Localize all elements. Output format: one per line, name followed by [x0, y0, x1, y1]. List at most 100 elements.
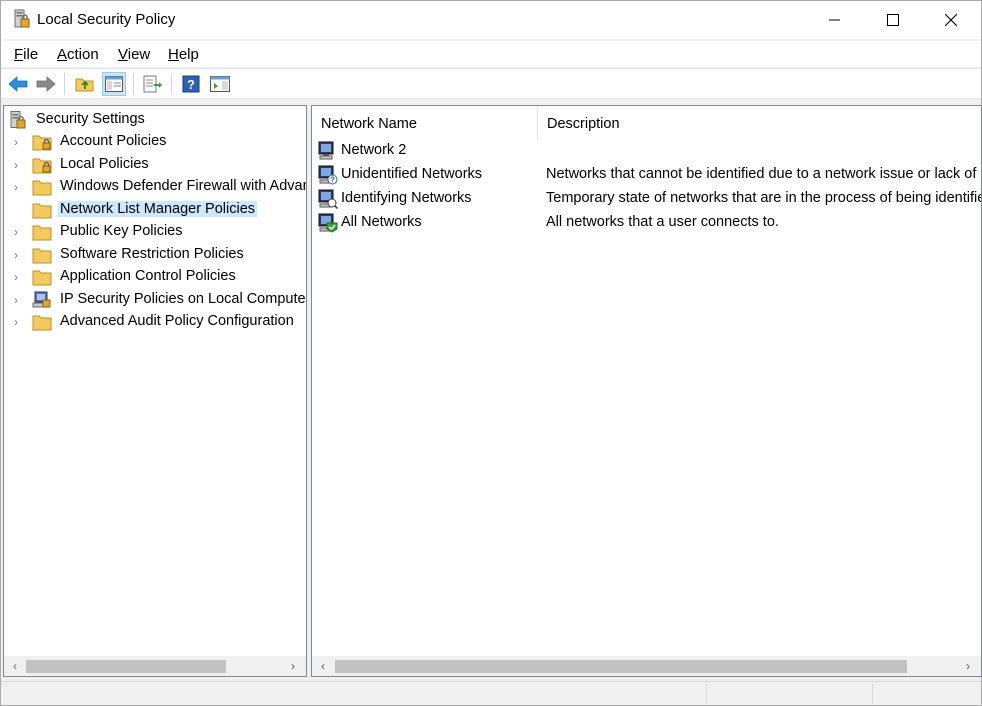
scroll-right-icon[interactable]: › [286, 659, 300, 673]
toolbar-separator [133, 73, 134, 95]
list-horizontal-scrollbar[interactable]: ‹ › [312, 656, 981, 676]
list-item-unidentified-networks[interactable]: ? Unidentified Networks Networks that ca… [312, 163, 981, 187]
all-networks-icon [318, 213, 338, 233]
menu-action-accelerator: A [57, 46, 68, 63]
unidentified-network-icon: ? [318, 165, 338, 185]
tree-item-label: Network List Manager Policies [58, 201, 258, 217]
tree-item-windows-defender-firewall[interactable]: › Windows Defender Firewall with Advance… [4, 176, 306, 198]
toolbar: ? [1, 68, 981, 99]
console-tree-pane[interactable]: Security Settings › Account Policies › L… [3, 105, 307, 677]
toolbar-separator [171, 73, 172, 95]
export-list-button[interactable] [141, 72, 165, 96]
tree-item-application-control-policies[interactable]: › Application Control Policies [4, 266, 306, 288]
chevron-right-icon[interactable]: › [14, 293, 24, 307]
up-folder-icon [75, 78, 94, 92]
list-item-network-2[interactable]: Network 2 [312, 139, 981, 163]
status-separator [872, 684, 873, 704]
help-icon: ? [182, 75, 200, 93]
menu-file-accelerator: F [14, 46, 24, 63]
ip-security-icon [32, 291, 52, 309]
menu-file[interactable]: File [14, 46, 38, 63]
list-item-identifying-networks[interactable]: Identifying Networks Temporary state of … [312, 187, 982, 211]
folder-icon [32, 201, 52, 219]
title-bar[interactable]: Local Security Policy [1, 1, 981, 39]
chevron-right-icon[interactable]: › [14, 248, 24, 262]
column-header-description[interactable]: Description [538, 106, 981, 140]
menu-bar: File Action View Help [1, 41, 981, 67]
tree-item-label: Local Policies [60, 156, 149, 172]
tree-item-label: Software Restriction Policies [60, 246, 244, 262]
folder-icon [32, 268, 52, 286]
list-item-all-networks[interactable]: All Networks All networks that a user co… [312, 211, 981, 235]
chevron-right-icon[interactable]: › [14, 225, 24, 239]
security-settings-icon [9, 111, 29, 129]
scroll-right-icon[interactable]: › [961, 659, 975, 673]
tree-item-label: Application Control Policies [60, 268, 236, 284]
show-hide-action-pane-button[interactable] [208, 72, 232, 96]
folder-icon [32, 223, 52, 241]
tree-item-label: Security Settings [36, 111, 145, 127]
close-button[interactable] [922, 1, 980, 39]
close-icon [945, 14, 957, 26]
list-item-description: Temporary state of networks that are in … [546, 190, 982, 206]
menu-help-label: elp [178, 46, 199, 63]
menu-help-accelerator: H [168, 46, 179, 63]
status-separator [706, 684, 707, 704]
scrollbar-thumb[interactable] [26, 660, 226, 673]
scrollbar-thumb[interactable] [335, 660, 907, 673]
list-item-name: Identifying Networks [341, 190, 472, 206]
tree-item-label: Public Key Policies [60, 223, 183, 239]
column-header-network-name[interactable]: Network Name [312, 106, 538, 140]
menu-action[interactable]: Action [57, 46, 99, 63]
back-button[interactable] [6, 72, 30, 96]
tree-item-public-key-policies[interactable]: › Public Key Policies [4, 221, 306, 243]
tree-item-label: Account Policies [60, 133, 167, 149]
locked-folder-icon [32, 156, 52, 174]
tree-item-account-policies[interactable]: › Account Policies [4, 131, 306, 153]
chevron-right-icon[interactable]: › [14, 158, 24, 172]
show-hide-console-tree-button[interactable] [102, 72, 126, 96]
show-hide-console-tree-icon [105, 76, 123, 92]
menu-view-label: iew [127, 46, 151, 63]
menu-view[interactable]: View [118, 46, 150, 63]
help-button[interactable]: ? [179, 72, 203, 96]
window-title: Local Security Policy [37, 11, 176, 28]
forward-icon [36, 76, 56, 92]
maximize-button[interactable] [864, 1, 922, 39]
chevron-right-icon[interactable]: › [14, 135, 24, 149]
list-item-name: Network 2 [341, 142, 407, 158]
scroll-left-icon[interactable]: ‹ [8, 659, 22, 673]
tree-item-network-list-manager-policies[interactable]: Network List Manager Policies [4, 199, 306, 221]
details-list-pane[interactable]: Network Name Description Network 2 ? Uni… [311, 105, 982, 677]
folder-icon [32, 313, 52, 331]
folder-icon [32, 246, 52, 264]
tree-item-label: Advanced Audit Policy Configuration [60, 313, 294, 329]
chevron-right-icon[interactable]: › [14, 270, 24, 284]
tree-horizontal-scrollbar[interactable]: ‹ › [4, 656, 306, 676]
tree-item-advanced-audit-policy[interactable]: › Advanced Audit Policy Configuration [4, 311, 306, 333]
tree-item-label: Windows Defender Firewall with Advanced … [60, 178, 306, 194]
menu-action-label: ction [67, 46, 99, 63]
forward-button[interactable] [34, 72, 58, 96]
folder-icon [32, 178, 52, 196]
tree-item-software-restriction-policies[interactable]: › Software Restriction Policies [4, 244, 306, 266]
properties-pane-icon [210, 76, 230, 92]
list-item-name: Unidentified Networks [341, 166, 483, 182]
back-icon [8, 76, 28, 92]
menu-view-accelerator: V [118, 46, 128, 63]
tree-item-local-policies[interactable]: › Local Policies [4, 154, 306, 176]
list-item-name: All Networks [341, 214, 422, 230]
up-one-level-button[interactable] [73, 72, 97, 96]
local-security-policy-window: Local Security Policy File Action View H… [0, 0, 982, 706]
tree-item-ip-security-policies[interactable]: › IP Security Policies on Local Computer [4, 289, 306, 311]
minimize-button[interactable] [806, 1, 864, 39]
tree-item-security-settings[interactable]: Security Settings [4, 109, 306, 131]
svg-text:?: ? [330, 176, 335, 185]
chevron-right-icon[interactable]: › [14, 180, 24, 194]
network-icon [318, 141, 338, 161]
status-bar [1, 681, 981, 705]
chevron-right-icon[interactable]: › [14, 315, 24, 329]
menu-help[interactable]: Help [168, 46, 199, 63]
scroll-left-icon[interactable]: ‹ [316, 659, 330, 673]
security-policy-app-icon [13, 9, 30, 29]
